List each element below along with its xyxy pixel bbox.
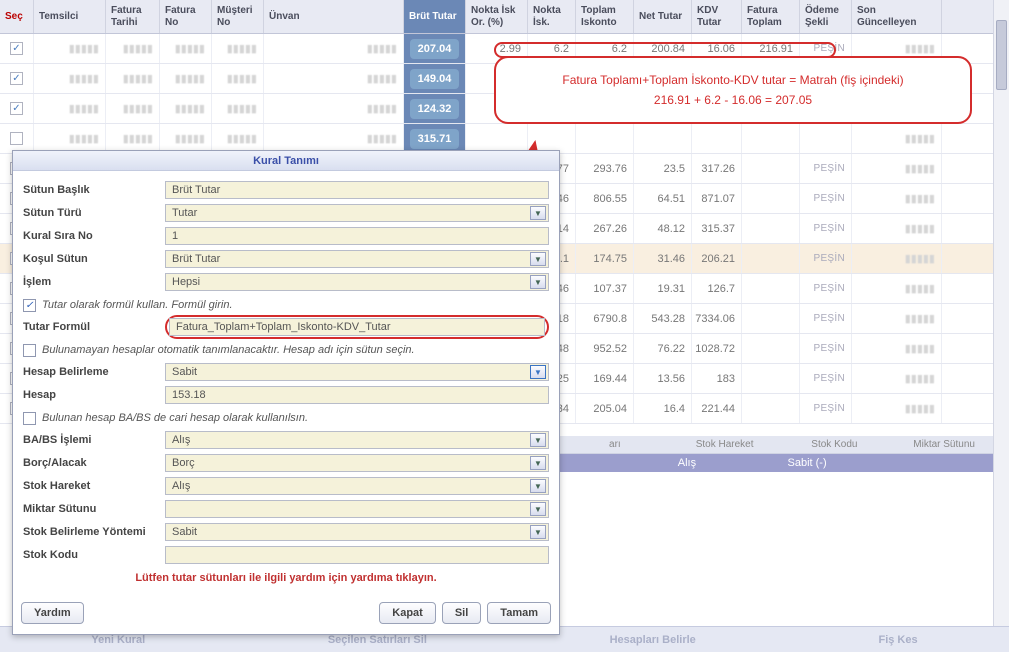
sub-hdr-2[interactable]: Stok Kodu [780, 436, 890, 453]
chevron-down-icon[interactable]: ▼ [530, 525, 546, 539]
callout-line2: 216.91 + 6.2 - 16.06 = 207.05 [654, 93, 812, 107]
chevron-down-icon[interactable]: ▼ [530, 479, 546, 493]
chevron-down-icon[interactable]: ▼ [530, 365, 546, 379]
hdr-nokta-isk[interactable]: Nokta İsk. [528, 0, 576, 33]
select-babs-islemi[interactable]: Alış▼ [165, 431, 549, 449]
sub-cell-1: Alış [670, 454, 780, 472]
row-checkbox[interactable] [10, 72, 23, 85]
select-miktar-sutunu[interactable]: ▼ [165, 500, 549, 518]
hdr-fatura-no[interactable]: Fatura No [160, 0, 212, 33]
btn-fis-kes[interactable]: Fiş Kes [878, 634, 917, 646]
sub-hdr-0[interactable]: arı [560, 436, 670, 453]
ok-button[interactable]: Tamam [487, 602, 551, 624]
sub-hdr-3[interactable]: Miktar Sütunu [889, 436, 999, 453]
btn-yeni-kural[interactable]: Yeni Kural [91, 634, 145, 646]
hdr-unvan[interactable]: Ünvan [264, 0, 404, 33]
lbl-hesap-belirleme: Hesap Belirleme [23, 366, 165, 378]
row-checkbox[interactable] [10, 102, 23, 115]
lbl-hesap: Hesap [23, 389, 165, 401]
field-stok-kodu[interactable] [165, 546, 549, 564]
row-checkbox[interactable] [10, 132, 23, 145]
sub-cell-2: Sabit (-) [780, 454, 890, 472]
lbl-islem: İşlem [23, 276, 165, 288]
field-tutar-formul[interactable]: Fatura_Toplam+Toplam_Iskonto-KDV_Tutar [169, 318, 545, 336]
brut-chip: 207.04 [410, 39, 459, 59]
scroll-thumb[interactable] [996, 20, 1007, 90]
hdr-net-tutar[interactable]: Net Tutar [634, 0, 692, 33]
select-stok-belirleme[interactable]: Sabit▼ [165, 523, 549, 541]
sub-hdr-1[interactable]: Stok Hareket [670, 436, 780, 453]
btn-hesaplari-belirle[interactable]: Hesapları Belirle [610, 634, 696, 646]
vertical-scrollbar[interactable] [993, 0, 1009, 626]
lbl-tutar-formul: Tutar Formül [23, 321, 165, 333]
lbl-borc-alacak: Borç/Alacak [23, 457, 165, 469]
row-checkbox[interactable] [10, 42, 23, 55]
chk-bulunamayan[interactable] [23, 344, 36, 357]
dialog-title: Kural Tanımı [13, 151, 559, 171]
lbl-sutun-turu: Sütun Türü [23, 207, 165, 219]
lbl-stok-hareket: Stok Hareket [23, 480, 165, 492]
chevron-down-icon[interactable]: ▼ [530, 433, 546, 447]
brut-chip: 149.04 [410, 69, 459, 89]
delete-button[interactable]: Sil [442, 602, 481, 624]
hdr-toplam-iskonto[interactable]: Toplam Iskonto [576, 0, 634, 33]
brut-chip: 124.32 [410, 99, 459, 119]
hdr-sec[interactable]: Seç [0, 0, 34, 33]
select-borc-alacak[interactable]: Borç▼ [165, 454, 549, 472]
sub-cell-0 [560, 454, 670, 472]
annotation-callout: Fatura Toplamı+Toplam İskonto-KDV tutar … [494, 56, 972, 124]
lbl-stok-belirleme: Stok Belirleme Yöntemi [23, 526, 165, 538]
lbl-chk-bulunamayan: Bulunamayan hesaplar otomatik tanımlanac… [42, 344, 415, 356]
lbl-kural-sira: Kural Sıra No [23, 230, 165, 242]
select-islem[interactable]: Hepsi▼ [165, 273, 549, 291]
help-button[interactable]: Yardım [21, 602, 84, 624]
select-kosul-sutun[interactable]: Brüt Tutar▼ [165, 250, 549, 268]
sub-grid-row[interactable]: Alış Sabit (-) [560, 454, 999, 472]
field-hesap[interactable]: 153.18 [165, 386, 549, 404]
select-sutun-turu[interactable]: Tutar▼ [165, 204, 549, 222]
btn-secilen-sil[interactable]: Seçilen Satırları Sil [328, 634, 427, 646]
select-stok-hareket[interactable]: Alış▼ [165, 477, 549, 495]
select-hesap-belirleme[interactable]: Sabit▼ [165, 363, 549, 381]
hdr-kdv-tutar[interactable]: KDV Tutar [692, 0, 742, 33]
lbl-stok-kodu: Stok Kodu [23, 549, 165, 561]
lbl-kosul-sutun: Koşul Sütun [23, 253, 165, 265]
lbl-sutun-baslik: Sütun Başlık [23, 184, 165, 196]
brut-chip: 315.71 [410, 129, 459, 149]
hdr-musteri-no[interactable]: Müşteri No [212, 0, 264, 33]
chk-formul[interactable] [23, 299, 36, 312]
field-sutun-baslik[interactable]: Brüt Tutar [165, 181, 549, 199]
hdr-fatura-tarihi[interactable]: Fatura Tarihi [106, 0, 160, 33]
lbl-miktar-sutunu: Miktar Sütunu [23, 503, 165, 515]
hdr-odeme-sekli[interactable]: Ödeme Şekli [800, 0, 852, 33]
lbl-babs-islemi: BA/BS İşlemi [23, 434, 165, 446]
sub-cell-3 [889, 454, 999, 472]
dialog-hint: Lütfen tutar sütunları ile ilgili yardım… [23, 572, 549, 584]
grid-header: Seç Temsilci Fatura Tarihi Fatura No Müş… [0, 0, 1009, 34]
lbl-chk-formul: Tutar olarak formül kullan. Formül girin… [42, 299, 233, 311]
callout-line1: Fatura Toplamı+Toplam İskonto-KDV tutar … [562, 73, 903, 87]
close-button[interactable]: Kapat [379, 602, 436, 624]
lbl-chk-babs-cari: Bulunan hesap BA/BS de cari hesap olarak… [42, 412, 308, 424]
hdr-temsilci[interactable]: Temsilci [34, 0, 106, 33]
annotation-formula-oval: Fatura_Toplam+Toplam_Iskonto-KDV_Tutar [165, 315, 549, 339]
hdr-fatura-toplam[interactable]: Fatura Toplam [742, 0, 800, 33]
chevron-down-icon[interactable]: ▼ [530, 275, 546, 289]
field-kural-sira[interactable]: 1 [165, 227, 549, 245]
hdr-brut-tutar[interactable]: Brüt Tutar [404, 0, 466, 33]
hdr-son-guncelleyen[interactable]: Son Güncelleyen [852, 0, 942, 33]
chk-babs-cari[interactable] [23, 412, 36, 425]
hdr-nokta-isk-or[interactable]: Nokta İsk Or. (%) [466, 0, 528, 33]
chevron-down-icon[interactable]: ▼ [530, 456, 546, 470]
chevron-down-icon[interactable]: ▼ [530, 502, 546, 516]
rule-dialog: Kural Tanımı Sütun BaşlıkBrüt Tutar Sütu… [12, 150, 560, 635]
sub-grid-header: arı Stok Hareket Stok Kodu Miktar Sütunu [560, 436, 999, 454]
chevron-down-icon[interactable]: ▼ [530, 252, 546, 266]
chevron-down-icon[interactable]: ▼ [530, 206, 546, 220]
